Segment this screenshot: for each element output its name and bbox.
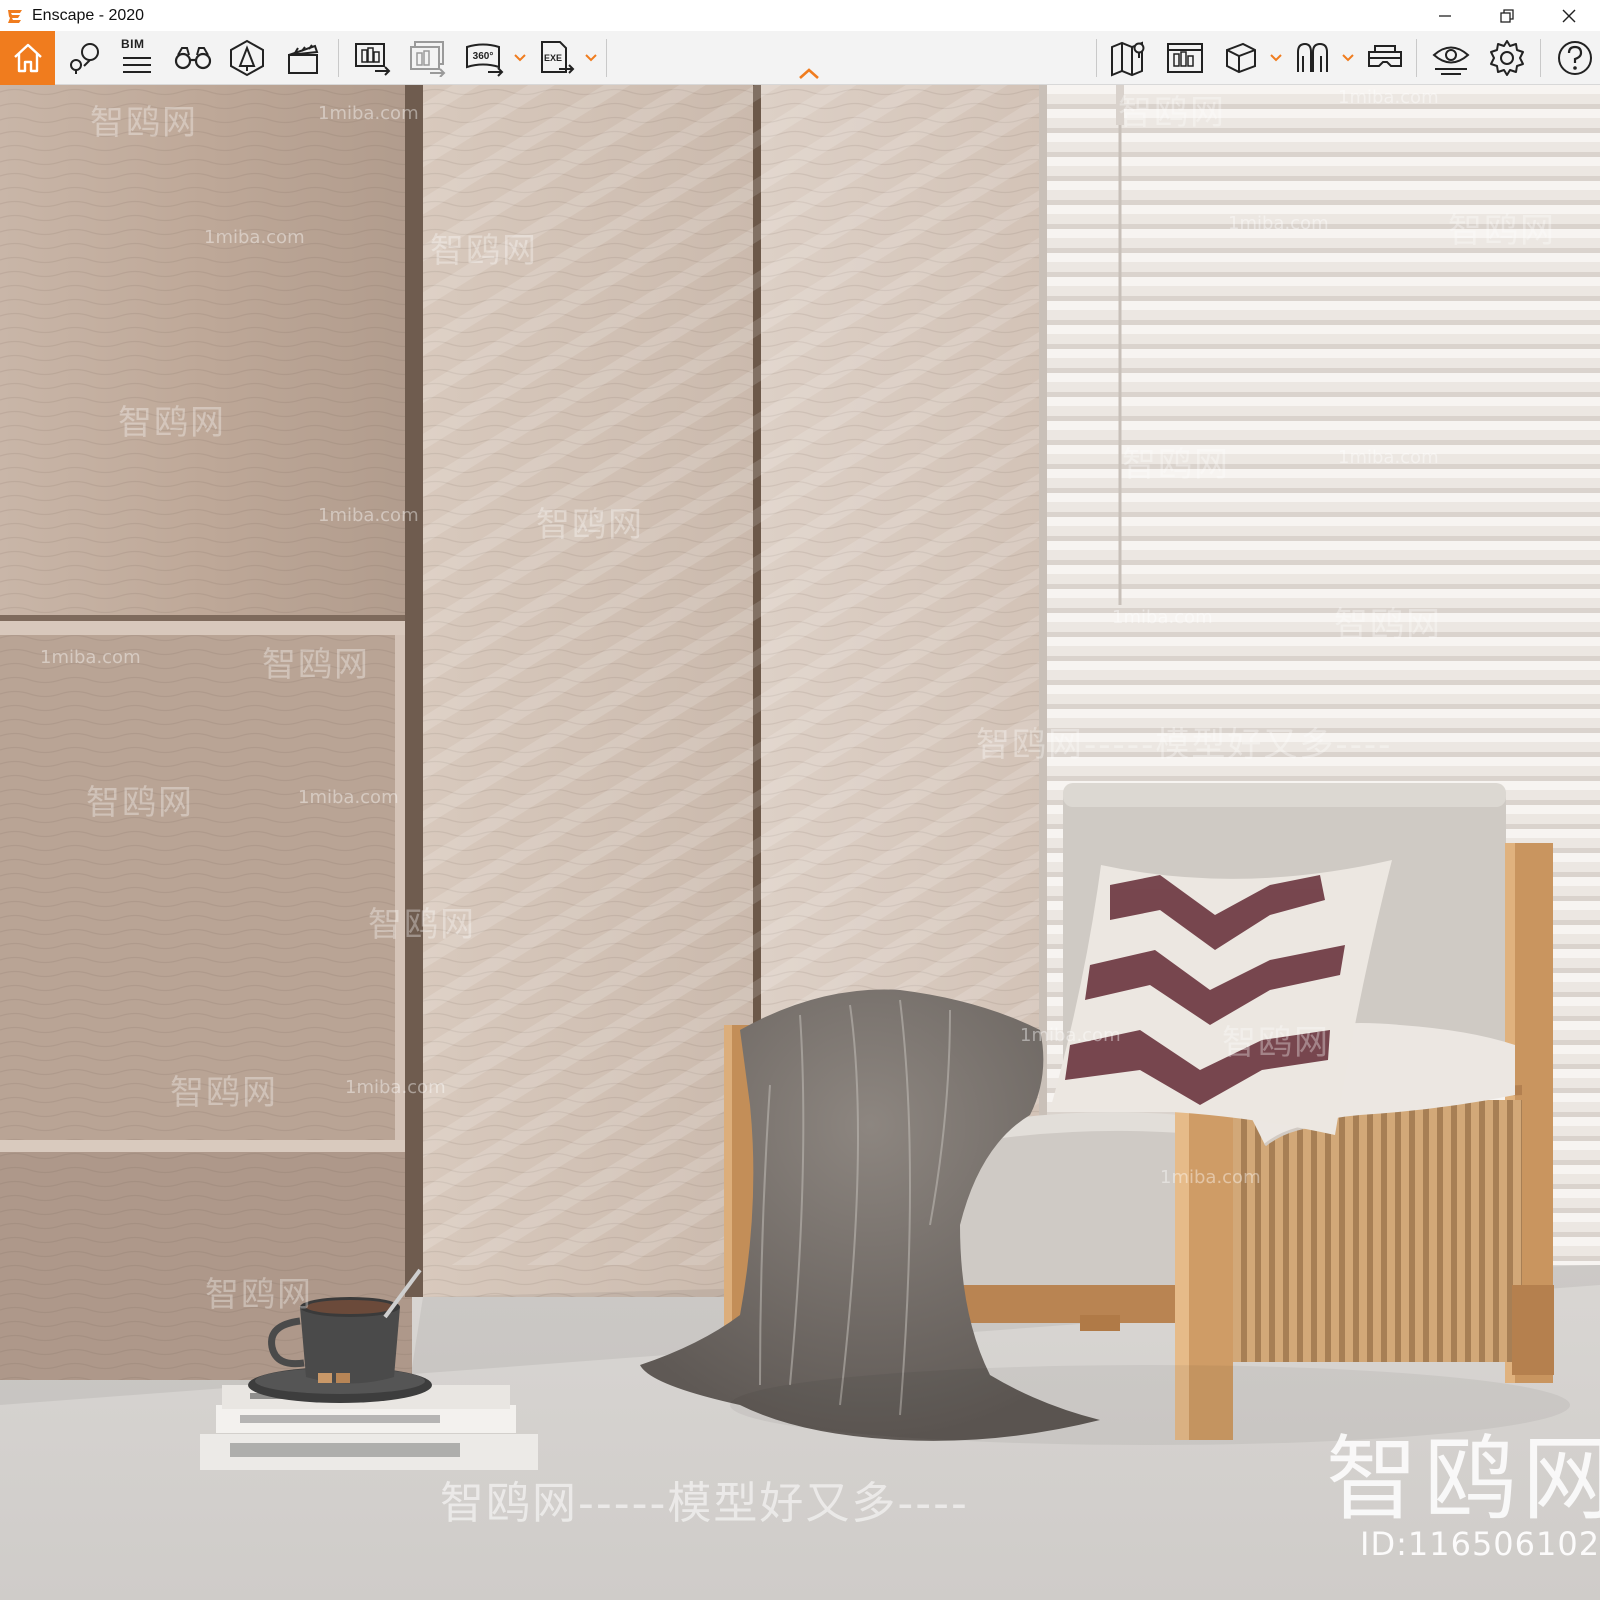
settings-button[interactable] [1482, 35, 1532, 81]
site-watermark: 1miba.com [40, 647, 141, 668]
site-watermark: 1miba.com [318, 505, 419, 526]
video-editor-button[interactable] [278, 35, 328, 81]
view-mode-icon [1297, 42, 1328, 72]
binoculars-button[interactable] [168, 35, 218, 81]
site-watermark: 1miba.com [1338, 87, 1439, 108]
close-icon [1562, 9, 1576, 22]
export-dropdown-caret[interactable] [583, 49, 599, 67]
cube-view-button[interactable] [1216, 35, 1266, 81]
site-watermark: 1miba.com [318, 103, 419, 124]
brand-watermark: 智鸥网 [1222, 1023, 1330, 1063]
restore-icon [1500, 8, 1514, 23]
brand-watermark: 智鸥网 [205, 1275, 313, 1315]
chevron-down-icon [1270, 54, 1282, 62]
visual-settings-button[interactable] [1426, 35, 1476, 81]
slogan-watermark-bottom: 智鸥网-----模型好又多---- [440, 1478, 969, 1529]
brand-watermark: 智鸥网 [368, 905, 476, 945]
brand-watermark: 智鸥网 [1118, 93, 1226, 133]
cube-view-dropdown-caret[interactable] [1268, 49, 1284, 67]
panorama-dropdown-caret[interactable] [512, 49, 528, 67]
svg-text:360°: 360° [473, 51, 494, 62]
vr-headset-icon [1368, 45, 1402, 67]
brand-watermark: 智鸥网 [118, 403, 226, 443]
site-watermark: 1miba.com [1338, 447, 1439, 468]
home-button[interactable] [0, 31, 55, 85]
site-watermark: 1miba.com [298, 787, 399, 808]
cube-view-icon [1226, 42, 1256, 74]
render-viewport[interactable]: 1miba.com 智鸥网 1miba.com 智鸥网 1miba.com 智鸥… [0, 85, 1600, 1600]
brand-watermark: 智鸥网 [1448, 211, 1556, 251]
slogan-watermark: 智鸥网-----模型好又多---- [976, 725, 1393, 765]
map-button[interactable] [1104, 35, 1154, 81]
map-icon [1111, 41, 1145, 77]
toolbar-separator [1416, 39, 1417, 77]
site-watermark: 1miba.com [1228, 213, 1329, 234]
chevron-down-icon [585, 54, 597, 62]
site-watermark: 1miba.com [1160, 1167, 1261, 1188]
binoculars-icon [174, 47, 212, 70]
chevron-up-icon [799, 68, 819, 79]
title-bar: Enscape - 2020 [0, 0, 1600, 31]
bim-button[interactable]: BIM [112, 35, 162, 81]
toolbar-separator [1540, 39, 1541, 77]
minimize-icon [1439, 14, 1451, 17]
rendered-scene [0, 85, 1600, 1600]
visual-settings-icon [1432, 46, 1470, 75]
batch-render-button[interactable] [348, 35, 398, 81]
export-exe-button[interactable]: EXE [532, 35, 582, 81]
upload-render-icon [410, 41, 446, 77]
batch-render-icon [355, 43, 391, 76]
help-button[interactable] [1550, 35, 1600, 81]
site-watermark: 1miba.com [204, 227, 305, 248]
bim-label: BIM [121, 37, 145, 51]
brand-watermark: 智鸥网 [430, 231, 538, 271]
brand-watermark: 智鸥网 [86, 783, 194, 823]
settings-gear-icon [1490, 40, 1524, 76]
view-mode-button[interactable] [1288, 35, 1338, 81]
site-watermark: 1miba.com [1020, 1025, 1121, 1046]
asset-library-icon [230, 39, 264, 77]
screenshot-gallery-button[interactable] [1160, 35, 1210, 81]
chevron-down-icon [514, 54, 526, 62]
collapse-toolbar-button[interactable] [796, 65, 822, 81]
site-watermark: 1miba.com [345, 1077, 446, 1098]
brand-watermark: 智鸥网 [1122, 445, 1230, 485]
brand-watermark: 智鸥网 [90, 103, 198, 143]
brand-watermark: 智鸥网 [262, 645, 370, 685]
svg-text:EXE: EXE [544, 53, 562, 63]
chevron-down-icon [1342, 54, 1354, 62]
video-editor-icon [288, 44, 319, 74]
toolbar-separator [338, 39, 339, 77]
window-controls [1414, 0, 1600, 31]
main-toolbar: BIM 360° EXE [0, 31, 1600, 85]
brand-watermark: 智鸥网 [170, 1073, 278, 1113]
enscape-logo-icon [4, 5, 26, 27]
minimize-button[interactable] [1414, 0, 1476, 31]
site-watermark: 1miba.com [1112, 607, 1213, 628]
export-exe-icon: EXE [541, 41, 575, 74]
views-icon [70, 43, 99, 74]
upload-render-button[interactable] [403, 35, 453, 81]
vr-headset-button[interactable] [1360, 35, 1410, 81]
window-title: Enscape - 2020 [32, 6, 145, 24]
asset-library-button[interactable] [222, 35, 272, 81]
brand-logo-watermark: 智鸥网 [1326, 1426, 1600, 1533]
restore-button[interactable] [1476, 0, 1538, 31]
home-icon [13, 43, 42, 73]
view-mode-dropdown-caret[interactable] [1340, 49, 1356, 67]
brand-watermark: 智鸥网 [536, 505, 644, 545]
panorama-360-icon: 360° [466, 43, 504, 77]
screenshot-gallery-icon [1167, 43, 1203, 73]
brand-watermark: 智鸥网 [1334, 605, 1442, 645]
close-button[interactable] [1538, 0, 1600, 31]
help-icon [1558, 41, 1592, 75]
toolbar-separator [1096, 39, 1097, 77]
views-button[interactable] [60, 35, 110, 81]
panorama-button[interactable]: 360° [460, 35, 510, 81]
toolbar-separator [606, 39, 607, 77]
model-id-label: ID:116506102 [1360, 1525, 1600, 1563]
